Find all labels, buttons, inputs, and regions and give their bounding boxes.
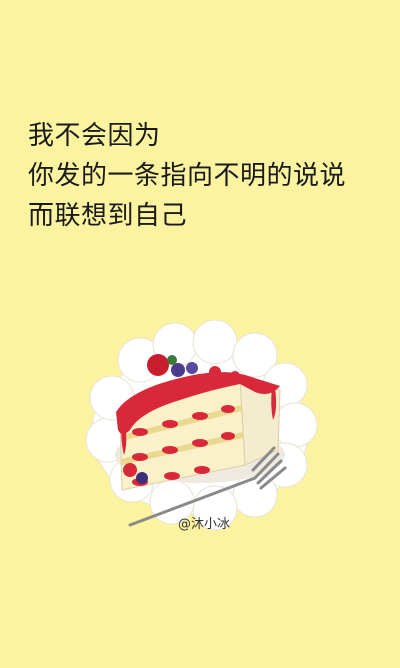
blueberry-2 xyxy=(186,362,198,374)
strawberry-top xyxy=(147,354,169,376)
quote-line-2: 你发的一条指向不明的说说 xyxy=(28,161,347,191)
blueberry-1 xyxy=(171,363,185,377)
cake-svg xyxy=(85,319,318,531)
plate-blueberry xyxy=(136,472,148,484)
cake-illustration xyxy=(80,319,320,540)
quote-text: 我不会因为 你发的一条指向不明的说说 而联想到自己 xyxy=(28,116,346,236)
plate-strawberry xyxy=(123,463,137,477)
watermark: @沐小冰 xyxy=(178,517,231,532)
quote-line-3: 而联想到自己 xyxy=(28,201,188,231)
quote-line-1: 我不会因为 xyxy=(28,121,161,151)
mint-leaf xyxy=(167,355,177,365)
